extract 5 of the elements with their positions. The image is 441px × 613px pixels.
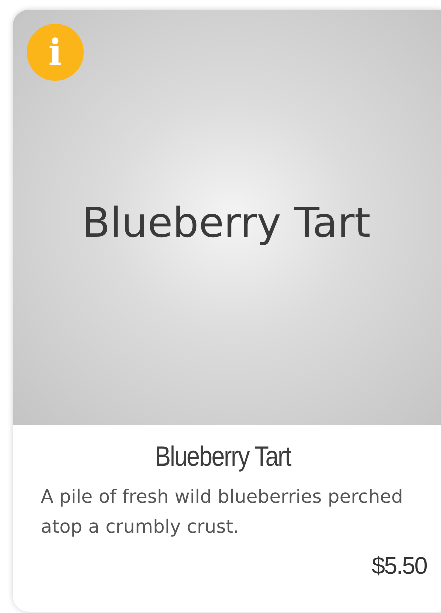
info-badge[interactable]: i [27,24,84,81]
product-title: Blueberry Tart [154,441,292,473]
product-price: $5.50 [372,553,427,581]
product-description: A pile of fresh wild blueberries perched atop a crumbly crust. [41,486,404,540]
placeholder-text: Blueberry Tart [82,198,371,246]
